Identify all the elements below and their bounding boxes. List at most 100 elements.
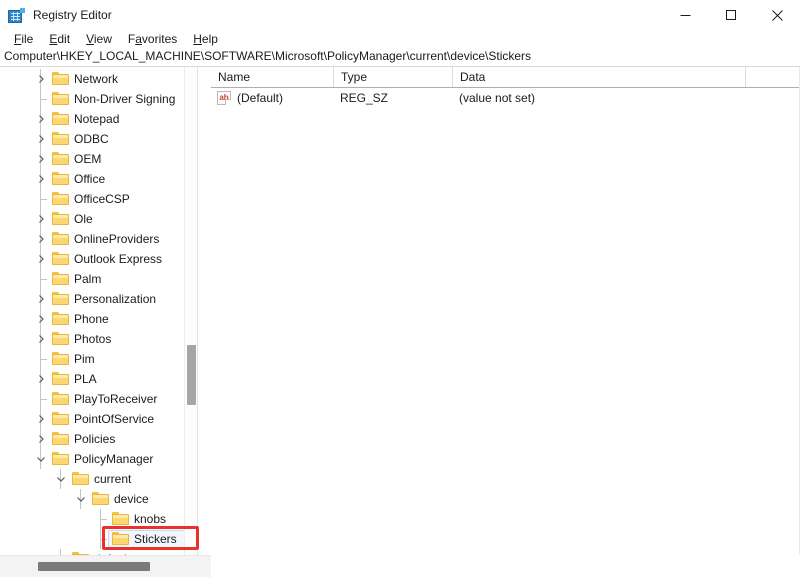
registry-values-pane: NameTypeData ab(Default)REG_SZ(value not… (211, 67, 800, 577)
chevron-down-icon[interactable] (54, 469, 68, 489)
folder-icon (112, 512, 129, 525)
close-icon[interactable] (754, 0, 800, 31)
string-value-icon: ab (217, 91, 231, 105)
address-bar[interactable]: Computer\HKEY_LOCAL_MACHINE\SOFTWARE\Mic… (0, 47, 800, 67)
folder-icon (52, 172, 69, 185)
folder-icon (52, 352, 69, 365)
tree-vertical-scrollbar[interactable] (184, 67, 197, 555)
chevron-right-icon[interactable] (34, 429, 48, 449)
folder-icon (52, 272, 69, 285)
chevron-right-icon[interactable] (34, 209, 48, 229)
folder-icon (52, 92, 69, 105)
tree-node-onlineproviders[interactable]: OnlineProviders (0, 229, 185, 249)
column-divider[interactable] (745, 67, 746, 87)
tree-node-policymanager[interactable]: PolicyManager (0, 449, 185, 469)
folder-icon (52, 372, 69, 385)
tree-horizontal-scrollbar-thumb[interactable] (38, 562, 150, 571)
tree-node-pointofservice[interactable]: PointOfService (0, 409, 185, 429)
menu-item-file[interactable]: File (6, 31, 41, 47)
tree-vertical-scrollbar-thumb[interactable] (187, 345, 196, 405)
column-header-data[interactable]: Data (452, 67, 745, 87)
tree-connector-elbow (100, 539, 107, 540)
value-cell-name: (Default) (237, 88, 283, 108)
chevron-down-icon[interactable] (74, 489, 88, 509)
column-header-name[interactable]: Name (211, 67, 333, 87)
value-row[interactable]: ab(Default)REG_SZ(value not set) (211, 88, 800, 108)
tree-node-outlook-express[interactable]: Outlook Express (0, 249, 185, 269)
column-header-type[interactable]: Type (333, 67, 452, 87)
tree-node-knobs[interactable]: knobs (0, 509, 185, 529)
chevron-right-icon[interactable] (34, 329, 48, 349)
folder-icon (52, 252, 69, 265)
menu-item-view[interactable]: View (78, 31, 120, 47)
tree-node-label: Outlook Express (74, 249, 162, 269)
tree-node-palm[interactable]: Palm (0, 269, 185, 289)
tree-node-current[interactable]: current (0, 469, 185, 489)
folder-icon (72, 472, 89, 485)
tree-node-photos[interactable]: Photos (0, 329, 185, 349)
menu-item-favorites[interactable]: Favorites (120, 31, 185, 47)
tree-node-label: Non-Driver Signing (74, 89, 175, 109)
tree-connector-elbow (40, 399, 47, 400)
tree-node-label: Palm (74, 269, 101, 289)
window-controls (662, 0, 800, 31)
chevron-down-icon[interactable] (34, 449, 48, 469)
values-column-header: NameTypeData (211, 67, 800, 88)
tree-node-oem[interactable]: OEM (0, 149, 185, 169)
tree-node-playtoreceiver[interactable]: PlayToReceiver (0, 389, 185, 409)
menu-item-edit[interactable]: Edit (41, 31, 78, 47)
chevron-right-icon[interactable] (34, 289, 48, 309)
tree-node-pla[interactable]: PLA (0, 369, 185, 389)
tree-node-label: PointOfService (74, 409, 154, 429)
chevron-right-icon[interactable] (34, 109, 48, 129)
tree-node-personalization[interactable]: Personalization (0, 289, 185, 309)
tree-node-phone[interactable]: Phone (0, 309, 185, 329)
tree-node-pim[interactable]: Pim (0, 349, 185, 369)
folder-icon (52, 132, 69, 145)
tree-node-label: OfficeCSP (74, 189, 130, 209)
folder-icon (52, 232, 69, 245)
menu-item-help[interactable]: Help (185, 31, 226, 47)
tree-node-label: Phone (74, 309, 109, 329)
chevron-right-icon[interactable] (34, 169, 48, 189)
chevron-right-icon[interactable] (34, 369, 48, 389)
chevron-right-icon[interactable] (34, 149, 48, 169)
chevron-right-icon[interactable] (34, 129, 48, 149)
tree-node-label: PlayToReceiver (74, 389, 157, 409)
title-bar: Registry Editor (0, 0, 800, 31)
tree-node-label: knobs (134, 509, 166, 529)
chevron-right-icon[interactable] (34, 229, 48, 249)
tree-node-notepad[interactable]: Notepad (0, 109, 185, 129)
tree-connector-elbow (40, 99, 47, 100)
folder-icon (52, 72, 69, 85)
chevron-right-icon[interactable] (34, 409, 48, 429)
tree-horizontal-scrollbar[interactable] (0, 556, 198, 577)
tree-node-device[interactable]: device (0, 489, 185, 509)
chevron-right-icon[interactable] (34, 249, 48, 269)
tree-node-stickers[interactable]: Stickers (0, 529, 185, 549)
tree-node-non-driver-signing[interactable]: Non-Driver Signing (0, 89, 185, 109)
tree-node-ole[interactable]: Ole (0, 209, 185, 229)
chevron-right-icon[interactable] (34, 69, 48, 89)
folder-icon (52, 152, 69, 165)
tree-connector-elbow (40, 279, 47, 280)
minimize-icon[interactable] (662, 0, 708, 31)
tree-connector-elbow (40, 199, 47, 200)
tree-node-label: Stickers (134, 529, 177, 549)
tree-connector-elbow (100, 519, 107, 520)
menu-bar: FileEditViewFavoritesHelp (0, 31, 800, 47)
tree-node-policies[interactable]: Policies (0, 429, 185, 449)
tree-node-label: Photos (74, 329, 111, 349)
tree-node-label: PLA (74, 369, 97, 389)
registry-editor-window: Registry Editor FileEditViewFavoritesHel… (0, 0, 800, 577)
registry-icon (8, 8, 24, 24)
tree-node-odbc[interactable]: ODBC (0, 129, 185, 149)
chevron-right-icon[interactable] (34, 309, 48, 329)
tree-node-label: ODBC (74, 129, 109, 149)
maximize-icon[interactable] (708, 0, 754, 31)
tree-node-office[interactable]: Office (0, 169, 185, 189)
tree-node-label: device (114, 489, 149, 509)
tree-node-officecsp[interactable]: OfficeCSP (0, 189, 185, 209)
folder-icon (52, 212, 69, 225)
tree-node-network[interactable]: Network (0, 69, 185, 89)
